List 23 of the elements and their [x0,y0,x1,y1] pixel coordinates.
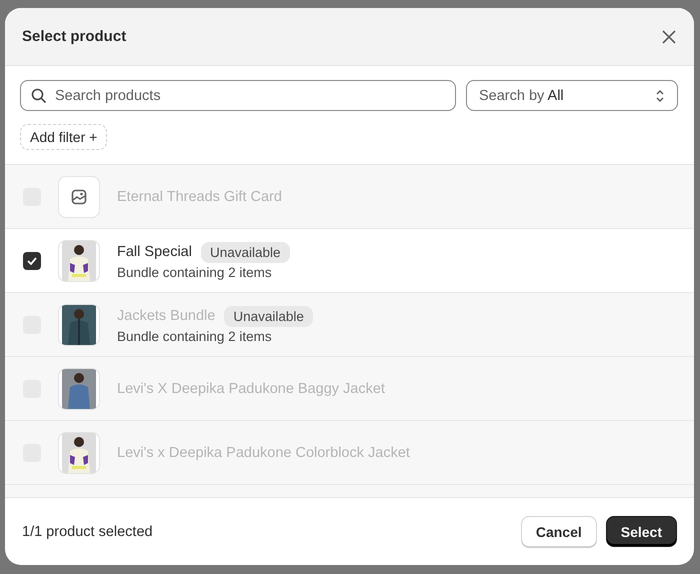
product-name: Fall Special [117,244,192,260]
dialog-title: Select product [22,28,126,45]
product-description: Bundle containing 2 items [117,264,273,280]
product-name: Levi's x Deepika Padukone Colorblock Jacket [117,444,410,460]
product-name: Eternal Threads Gift Card [117,188,282,204]
status-badge: Unavailable [200,242,290,262]
status-badge: Unavailable [224,306,313,326]
checkmark-icon [27,256,37,264]
search-icon [31,88,47,104]
chevron-icon [655,88,665,102]
selection-status: 1/1 product selected [22,524,153,540]
close-icon[interactable] [662,30,676,44]
product-name: Levi's X Deepika Padukone Baggy Jacket [117,380,385,396]
product-row[interactable]: Fall Special Unavailable Bundle containing 2 items [5,229,694,293]
checkbox[interactable] [23,252,41,270]
search-field[interactable]: Search products [20,80,456,111]
select-button[interactable]: Select [606,516,677,547]
image-icon [71,188,87,204]
add-filter-button[interactable]: Add filter + [20,124,108,150]
search-scope-select[interactable]: Search by All [466,80,678,111]
cancel-button[interactable]: Cancel [520,516,597,547]
product-description: Bundle containing 2 items [117,328,273,344]
product-name: Jackets Bundle [117,308,216,324]
